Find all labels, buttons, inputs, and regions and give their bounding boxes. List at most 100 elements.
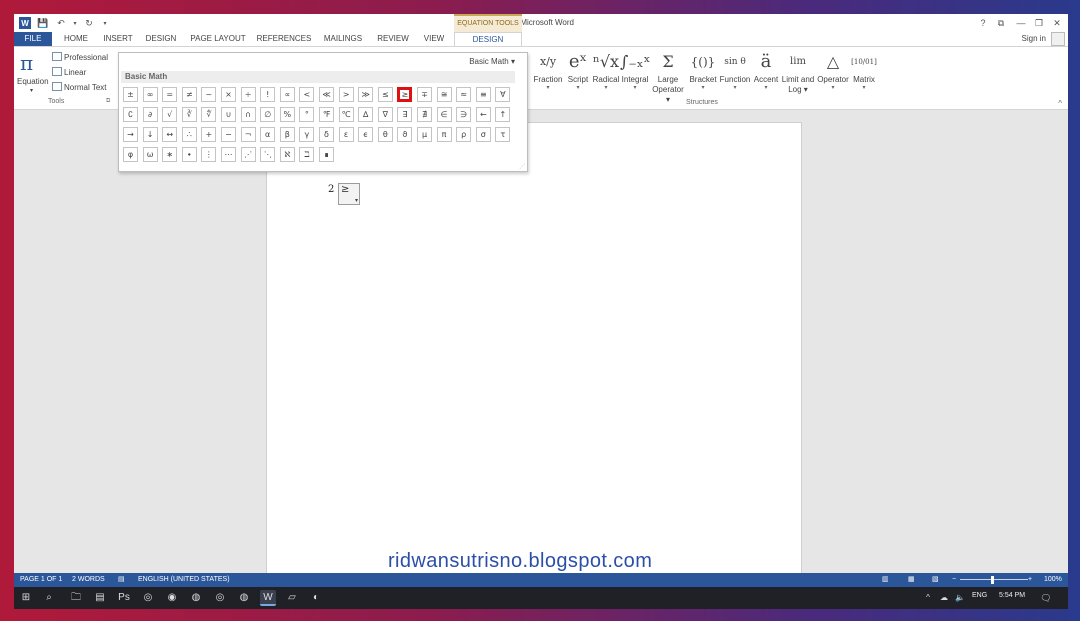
tab-insert[interactable]: INSERT bbox=[102, 32, 134, 46]
symbol-button[interactable]: ℃ bbox=[338, 107, 354, 122]
symbol-button[interactable]: ∃ bbox=[397, 107, 413, 122]
symbol-button[interactable]: ∝ bbox=[279, 87, 295, 102]
symbol-button[interactable]: ω bbox=[142, 147, 158, 162]
tab-mailings[interactable]: MAILINGS bbox=[320, 32, 366, 46]
integral-button[interactable]: ∫₋ₓˣ Integral ▾ bbox=[620, 49, 650, 99]
taskbar-app-icon[interactable]: ◐ bbox=[308, 590, 324, 606]
symbol-button[interactable]: ± bbox=[123, 87, 138, 102]
start-icon[interactable]: ⊞ bbox=[18, 590, 34, 606]
symbol-button[interactable]: ⋱ bbox=[260, 147, 276, 162]
symbol-category-selector[interactable]: Basic Math ▾ bbox=[469, 57, 515, 66]
tab-references[interactable]: REFERENCES bbox=[256, 32, 312, 46]
fraction-button[interactable]: x/y Fraction ▾ bbox=[532, 49, 564, 99]
symbol-button[interactable]: ∀ bbox=[495, 87, 511, 102]
equation-prefix[interactable]: 2 bbox=[328, 184, 334, 195]
taskbar-app-icon[interactable]: ◎ bbox=[140, 590, 156, 606]
zoom-slider[interactable] bbox=[960, 579, 1028, 580]
symbol-button[interactable]: − bbox=[221, 127, 236, 142]
symbol-button[interactable]: ≅ bbox=[436, 87, 452, 102]
symbol-button[interactable]: × bbox=[221, 87, 236, 102]
symbol-button[interactable]: ℵ bbox=[279, 147, 295, 162]
symbol-button[interactable]: ↑ bbox=[495, 107, 511, 122]
taskbar-app-icon[interactable]: W bbox=[260, 590, 276, 606]
symbol-button[interactable]: ⋯ bbox=[221, 147, 236, 162]
restore-button[interactable]: ❐ bbox=[1032, 16, 1046, 30]
zoom-slider-thumb[interactable] bbox=[991, 576, 994, 584]
symbol-button[interactable]: ~ bbox=[201, 87, 217, 102]
tab-page-layout[interactable]: PAGE LAYOUT bbox=[190, 32, 246, 46]
symbol-button[interactable]: ∁ bbox=[123, 107, 138, 122]
symbol-button[interactable]: + bbox=[201, 127, 217, 142]
symbol-button[interactable]: γ bbox=[299, 127, 315, 142]
zoom-out-button[interactable]: − bbox=[952, 573, 956, 587]
sign-in-link[interactable]: Sign in bbox=[1022, 34, 1046, 43]
symbol-button[interactable]: ∴ bbox=[181, 127, 197, 142]
tab-design[interactable]: DESIGN bbox=[142, 32, 180, 46]
symbol-button[interactable]: ℉ bbox=[319, 107, 334, 122]
tab-file[interactable]: FILE bbox=[14, 32, 52, 46]
symbol-button[interactable]: ρ bbox=[456, 127, 472, 142]
tools-launcher-icon[interactable]: ⧉ bbox=[106, 98, 110, 105]
word-count[interactable]: 2 WORDS bbox=[72, 573, 105, 587]
radical-button[interactable]: ⁿ√x Radical ▾ bbox=[592, 49, 620, 99]
symbol-button[interactable]: ∜ bbox=[201, 107, 217, 122]
taskbar-app-icon[interactable]: ◉ bbox=[164, 590, 180, 606]
script-button[interactable]: eˣ Script ▾ bbox=[565, 49, 591, 99]
print-layout-icon[interactable]: ▦ bbox=[908, 573, 915, 587]
symbol-button[interactable]: σ bbox=[475, 127, 491, 142]
normal-text-button[interactable]: Normal Text bbox=[52, 82, 107, 92]
symbol-button[interactable]: ° bbox=[299, 107, 315, 122]
symbol-button[interactable]: ≫ bbox=[358, 87, 374, 102]
symbol-button[interactable]: ℶ bbox=[299, 147, 315, 162]
minimize-button[interactable]: — bbox=[1014, 16, 1028, 30]
symbol-button[interactable]: ↔ bbox=[162, 127, 178, 142]
symbol-button[interactable]: ∞ bbox=[142, 87, 158, 102]
symbol-button[interactable]: ↓ bbox=[142, 127, 158, 142]
taskbar-app-icon[interactable]: ◍ bbox=[236, 590, 252, 606]
symbol-button[interactable]: ∂ bbox=[142, 107, 158, 122]
symbol-button[interactable]: ≠ bbox=[181, 87, 197, 102]
symbol-button[interactable]: ∩ bbox=[240, 107, 256, 122]
equation-options-icon[interactable]: ▾ bbox=[355, 197, 358, 204]
symbol-button[interactable]: ε bbox=[338, 127, 354, 142]
large-operator-button[interactable]: Σ Large Operator ▾ bbox=[650, 49, 686, 104]
symbol-button[interactable]: ∓ bbox=[417, 87, 432, 102]
symbol-button[interactable]: α bbox=[260, 127, 276, 142]
zoom-level[interactable]: 100% bbox=[1044, 573, 1062, 587]
symbol-button[interactable]: ≈ bbox=[456, 87, 472, 102]
tab-home[interactable]: HOME bbox=[60, 32, 92, 46]
equation-placeholder[interactable]: ≥ ▾ bbox=[338, 183, 360, 205]
symbol-button[interactable]: ∗ bbox=[162, 147, 178, 162]
close-button[interactable]: ✕ bbox=[1050, 16, 1064, 30]
symbol-button[interactable]: δ bbox=[319, 127, 334, 142]
operator-button[interactable]: △ Operator ▾ bbox=[816, 49, 850, 99]
collapse-ribbon-icon[interactable]: ^ bbox=[1058, 99, 1062, 108]
symbol-button[interactable]: ∆ bbox=[358, 107, 374, 122]
symbol-button[interactable]: τ bbox=[495, 127, 511, 142]
zoom-in-button[interactable]: + bbox=[1028, 573, 1032, 587]
symbol-button[interactable]: ∇ bbox=[377, 107, 393, 122]
symbol-button[interactable]: √ bbox=[162, 107, 178, 122]
equation-button-label[interactable]: Equation bbox=[17, 77, 49, 86]
symbol-button[interactable]: = bbox=[162, 87, 178, 102]
web-layout-icon[interactable]: ▧ bbox=[932, 573, 939, 587]
symbol-button[interactable]: ∎ bbox=[319, 147, 334, 162]
language-indicator[interactable]: ENGLISH (UNITED STATES) bbox=[138, 573, 230, 587]
network-icon[interactable]: ☁ bbox=[936, 590, 952, 606]
tab-review[interactable]: REVIEW bbox=[374, 32, 412, 46]
symbol-button[interactable]: π bbox=[436, 127, 452, 142]
symbol-button[interactable]: < bbox=[299, 87, 315, 102]
read-mode-icon[interactable]: ▥ bbox=[882, 573, 889, 587]
symbol-button[interactable]: ← bbox=[475, 107, 491, 122]
accent-button[interactable]: ä Accent ▾ bbox=[752, 49, 780, 99]
professional-button[interactable]: Professional bbox=[52, 52, 108, 62]
symbol-button[interactable]: μ bbox=[417, 127, 432, 142]
matrix-button[interactable]: [10/01] Matrix ▾ bbox=[850, 49, 878, 99]
symbol-button[interactable]: ϵ bbox=[358, 127, 374, 142]
symbol-button[interactable]: ⋰ bbox=[240, 147, 256, 162]
volume-icon[interactable]: 🔈 bbox=[952, 590, 968, 606]
symbol-button[interactable]: ÷ bbox=[240, 87, 256, 102]
symbol-button[interactable]: ∙ bbox=[181, 147, 197, 162]
symbol-button[interactable]: ≤ bbox=[377, 87, 393, 102]
function-button[interactable]: sin θ Function ▾ bbox=[718, 49, 752, 99]
